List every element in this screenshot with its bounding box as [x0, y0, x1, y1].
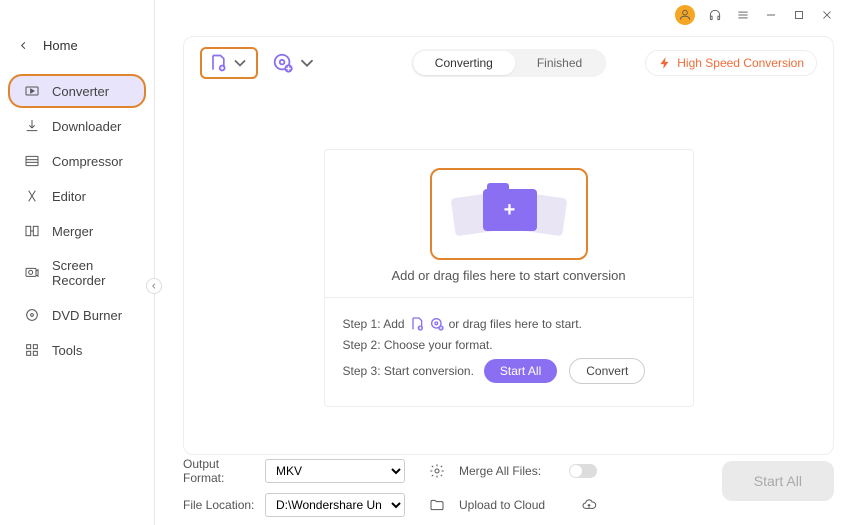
output-format-select[interactable]: MKV: [265, 459, 405, 483]
lightning-icon: [658, 56, 672, 70]
settings-icon[interactable]: [425, 463, 449, 479]
convert-button[interactable]: Convert: [569, 358, 645, 384]
sidebar-item-label: Tools: [52, 343, 82, 358]
sidebar-item-merger[interactable]: Merger: [8, 214, 146, 248]
step-2: Step 2: Choose your format.: [343, 338, 675, 352]
sidebar-item-label: Compressor: [52, 154, 123, 169]
sidebar-item-downloader[interactable]: Downloader: [8, 109, 146, 143]
sidebar-item-tools[interactable]: Tools: [8, 333, 146, 367]
menu-icon[interactable]: [735, 7, 751, 23]
start-all-main-button[interactable]: Start All: [722, 461, 834, 501]
editor-icon: [24, 188, 40, 204]
add-dvd-button[interactable]: [268, 48, 322, 78]
high-speed-conversion-button[interactable]: High Speed Conversion: [645, 50, 817, 76]
maximize-button[interactable]: [791, 7, 807, 23]
add-files-button[interactable]: [200, 47, 258, 79]
screen-recorder-icon: [24, 265, 40, 281]
close-button[interactable]: [819, 7, 835, 23]
start-all-button[interactable]: Start All: [484, 359, 557, 383]
merge-toggle[interactable]: [569, 464, 597, 478]
sidebar-item-label: Downloader: [52, 119, 121, 134]
sidebar-item-dvd-burner[interactable]: DVD Burner: [8, 298, 146, 332]
tools-icon: [24, 342, 40, 358]
merger-icon: [24, 223, 40, 239]
merge-label: Merge All Files:: [459, 464, 559, 478]
step-3: Step 3: Start conversion. Start All Conv…: [343, 358, 675, 384]
dvd-burner-icon: [24, 307, 40, 323]
chevron-down-icon: [296, 52, 318, 74]
chevron-left-icon: [18, 40, 29, 51]
dropzone: + Add or drag files here to start conver…: [324, 149, 694, 407]
drop-target[interactable]: +: [430, 168, 588, 260]
add-file-icon: [409, 316, 425, 332]
chevron-down-icon: [230, 53, 250, 73]
tab-finished[interactable]: Finished: [515, 51, 604, 75]
sidebar: Home Converter Downloader Compressor Edi…: [0, 0, 155, 525]
upload-label: Upload to Cloud: [459, 498, 559, 512]
folder-add-icon: +: [449, 179, 569, 249]
file-location-label: File Location:: [183, 498, 255, 512]
high-speed-label: High Speed Conversion: [677, 56, 804, 70]
step-1: Step 1: Add or drag files here to start.: [343, 316, 675, 332]
sidebar-item-compressor[interactable]: Compressor: [8, 144, 146, 178]
minimize-button[interactable]: [763, 7, 779, 23]
tab-group: Converting Finished: [411, 49, 606, 77]
sidebar-item-converter[interactable]: Converter: [8, 74, 146, 108]
converter-icon: [24, 83, 40, 99]
home-nav[interactable]: Home: [0, 30, 154, 61]
file-location-select[interactable]: D:\Wondershare UniConverter 1: [265, 493, 405, 517]
headset-icon[interactable]: [707, 7, 723, 23]
home-label: Home: [43, 38, 78, 53]
sidebar-item-editor[interactable]: Editor: [8, 179, 146, 213]
sidebar-item-label: DVD Burner: [52, 308, 122, 323]
sidebar-item-screen-recorder[interactable]: Screen Recorder: [8, 249, 146, 297]
sidebar-item-label: Screen Recorder: [52, 258, 130, 288]
avatar[interactable]: [675, 5, 695, 25]
tab-converting[interactable]: Converting: [413, 51, 515, 75]
add-dvd-icon: [272, 52, 294, 74]
output-format-label: Output Format:: [183, 457, 255, 485]
open-folder-icon[interactable]: [425, 497, 449, 513]
add-dvd-icon: [429, 316, 445, 332]
add-file-icon: [208, 53, 228, 73]
downloader-icon: [24, 118, 40, 134]
cloud-upload-icon[interactable]: [569, 497, 609, 513]
compressor-icon: [24, 153, 40, 169]
sidebar-item-label: Converter: [52, 84, 109, 99]
sidebar-item-label: Editor: [52, 189, 86, 204]
dropzone-text: Add or drag files here to start conversi…: [343, 268, 675, 283]
sidebar-item-label: Merger: [52, 224, 93, 239]
